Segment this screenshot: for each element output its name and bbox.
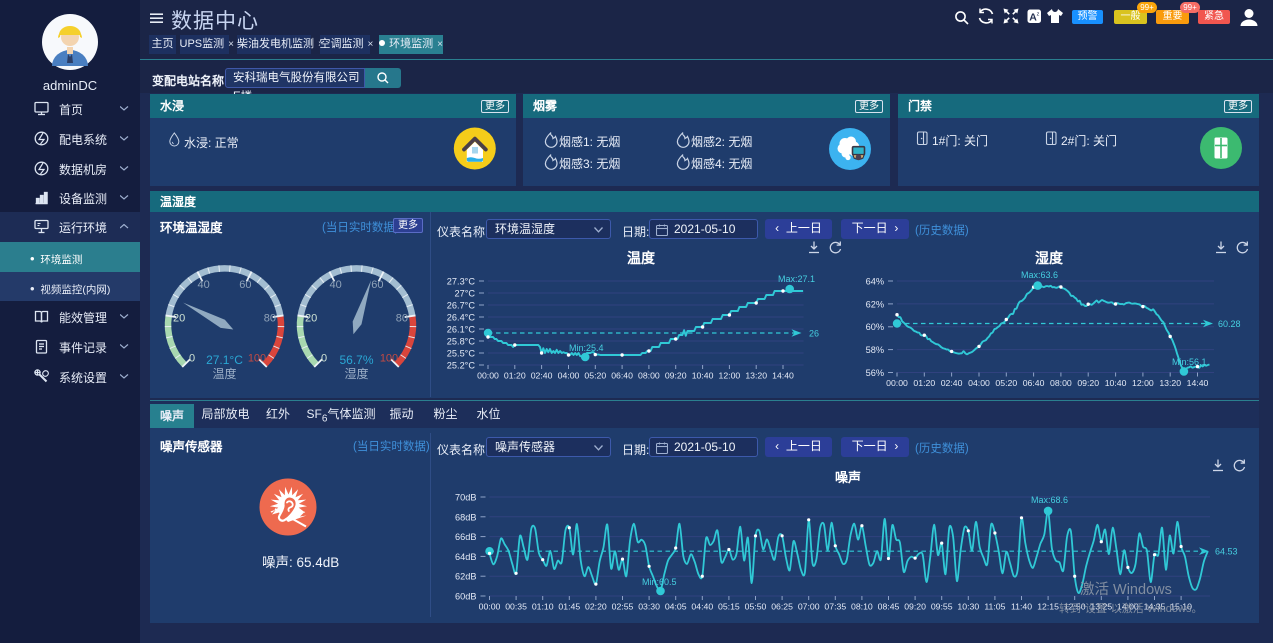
- svg-text:13:20: 13:20: [1159, 378, 1181, 388]
- svg-text:Max:63.6: Max:63.6: [1021, 270, 1058, 280]
- svg-text:09:20: 09:20: [1077, 378, 1099, 388]
- svg-text:04:00: 04:00: [558, 371, 580, 381]
- svg-text:08:00: 08:00: [1050, 378, 1072, 388]
- svg-text:60.28: 60.28: [1218, 319, 1241, 329]
- svg-text:02:55: 02:55: [612, 602, 634, 612]
- svg-text:11:05: 11:05: [984, 602, 1005, 612]
- svg-text:09:20: 09:20: [904, 602, 926, 612]
- svg-text:25.2°C: 25.2°C: [447, 361, 476, 371]
- svg-text:05:20: 05:20: [584, 371, 606, 381]
- svg-text:13:20: 13:20: [745, 371, 767, 381]
- svg-text:12:00: 12:00: [1132, 378, 1154, 388]
- svg-text:06:40: 06:40: [1023, 378, 1045, 388]
- svg-text:Min:56.1: Min:56.1: [1172, 357, 1207, 367]
- svg-text:08:10: 08:10: [851, 602, 873, 612]
- svg-text:01:20: 01:20: [504, 371, 526, 381]
- svg-text:27.3°C: 27.3°C: [447, 277, 476, 287]
- svg-text:01:10: 01:10: [532, 602, 554, 612]
- svg-text:64.53: 64.53: [1215, 547, 1238, 557]
- svg-text:62dB: 62dB: [455, 572, 476, 582]
- svg-text:66dB: 66dB: [455, 532, 476, 542]
- svg-text:26.7°C: 26.7°C: [447, 301, 476, 311]
- svg-text:60%: 60%: [866, 322, 884, 332]
- svg-text:01:20: 01:20: [913, 378, 935, 388]
- svg-text:02:40: 02:40: [531, 371, 553, 381]
- svg-text:14:40: 14:40: [772, 371, 794, 381]
- svg-text:25.8°C: 25.8°C: [447, 337, 476, 347]
- svg-text:68dB: 68dB: [455, 512, 476, 522]
- svg-text:25.5°C: 25.5°C: [447, 349, 476, 359]
- svg-text:10:30: 10:30: [957, 602, 979, 612]
- svg-text:01:45: 01:45: [558, 602, 580, 612]
- svg-text:Min:25.4: Min:25.4: [569, 343, 604, 353]
- svg-text:09:55: 09:55: [931, 602, 953, 612]
- svg-text:07:35: 07:35: [824, 602, 846, 612]
- svg-text:06:40: 06:40: [611, 371, 633, 381]
- svg-text:02:40: 02:40: [941, 378, 963, 388]
- svg-text:26.4°C: 26.4°C: [447, 313, 476, 323]
- svg-text:10:40: 10:40: [1105, 378, 1127, 388]
- svg-text:04:40: 04:40: [691, 602, 713, 612]
- svg-text:05:15: 05:15: [718, 602, 740, 612]
- svg-text:70dB: 70dB: [455, 493, 476, 503]
- svg-text:58%: 58%: [866, 345, 884, 355]
- svg-text:26.1°C: 26.1°C: [447, 325, 476, 335]
- svg-text:09:20: 09:20: [665, 371, 687, 381]
- svg-text:02:20: 02:20: [585, 602, 607, 612]
- svg-text:62%: 62%: [866, 299, 884, 309]
- svg-text:11:40: 11:40: [1011, 602, 1032, 612]
- svg-text:12:00: 12:00: [719, 371, 741, 381]
- svg-text:Max:68.6: Max:68.6: [1031, 495, 1068, 505]
- svg-text:Max:27.1: Max:27.1: [778, 274, 815, 284]
- svg-text:04:00: 04:00: [968, 378, 990, 388]
- svg-text:64%: 64%: [866, 277, 884, 287]
- svg-text:04:05: 04:05: [665, 602, 687, 612]
- svg-text:64dB: 64dB: [455, 552, 476, 562]
- svg-text:00:35: 00:35: [505, 602, 527, 612]
- svg-text:00:00: 00:00: [477, 371, 499, 381]
- svg-text:05:50: 05:50: [745, 602, 767, 612]
- svg-text:08:45: 08:45: [878, 602, 900, 612]
- svg-text:26: 26: [809, 328, 819, 338]
- svg-text:03:30: 03:30: [638, 602, 660, 612]
- svg-text:06:25: 06:25: [771, 602, 793, 612]
- svg-text:60dB: 60dB: [455, 592, 476, 602]
- svg-text:27°C: 27°C: [454, 289, 475, 299]
- svg-text:05:20: 05:20: [995, 378, 1017, 388]
- svg-text:56%: 56%: [866, 368, 884, 378]
- svg-text:Min:60.5: Min:60.5: [642, 577, 677, 587]
- svg-text:00:00: 00:00: [886, 378, 908, 388]
- svg-text:00:00: 00:00: [479, 602, 501, 612]
- svg-text:07:00: 07:00: [798, 602, 820, 612]
- svg-text:12:15: 12:15: [1037, 602, 1059, 612]
- svg-text:08:00: 08:00: [638, 371, 660, 381]
- svg-text:14:40: 14:40: [1187, 378, 1209, 388]
- svg-text:10:40: 10:40: [692, 371, 714, 381]
